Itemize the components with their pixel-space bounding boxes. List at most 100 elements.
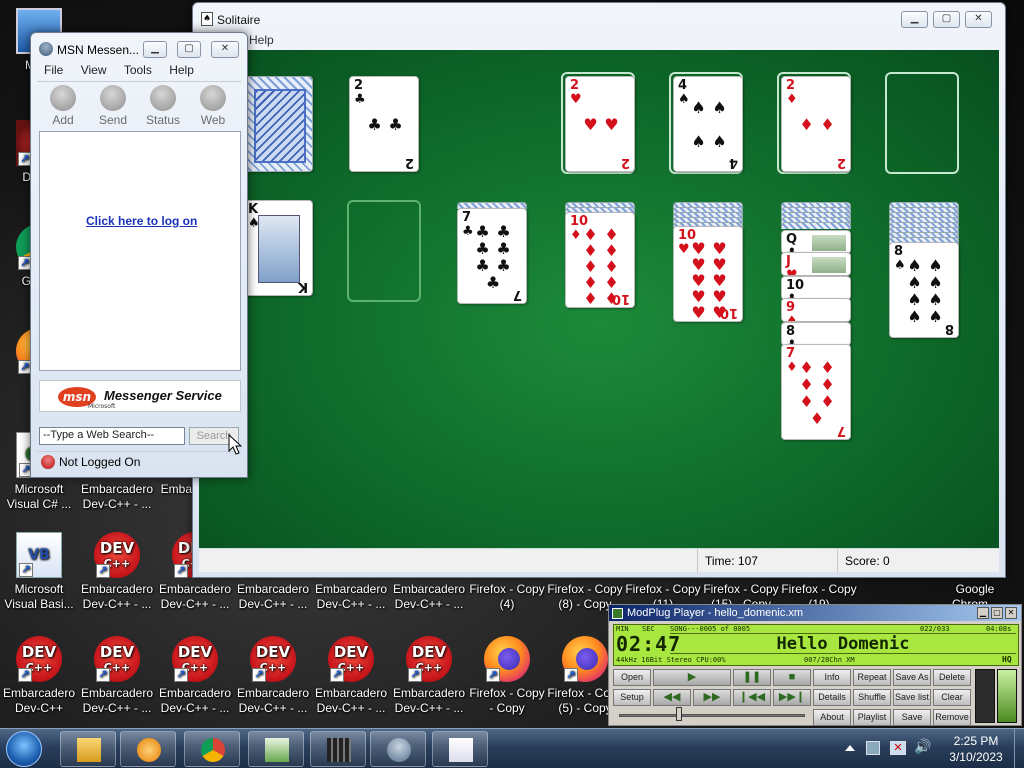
card-t1[interactable]: K ♠ K [243, 200, 313, 296]
menu-view[interactable]: View [81, 63, 107, 77]
start-button[interactable] [6, 731, 42, 767]
log-on-link[interactable]: Click here to log on [86, 214, 197, 228]
delete-button[interactable]: Delete [933, 669, 971, 686]
solitaire-window: ♠ Solitaire ▁ ▢ ✕ Help 2 ♣ 2 ♣ ♣ 2 ♥ 2 ♥ ♥ 4 ♠ 4 ♠ ♠ ♠ ♠… [192, 2, 1006, 578]
taskbar-media-player-button[interactable] [120, 731, 176, 767]
setup-button[interactable]: Setup [613, 689, 651, 706]
card-t6f[interactable]: 7 ♦ 7 ♦ ♦ ♦ ♦ ♦ ♦ ♦ [781, 344, 851, 440]
game-area[interactable]: 2 ♣ 2 ♣ ♣ 2 ♥ 2 ♥ ♥ 4 ♠ 4 ♠ ♠ ♠ ♠ 2 ♦ 2 ♦ ♦ K ♠ K 7 ♣ 7 ♣ ♣ ♣ ♣ ♣ ♣ ♣ 10 ♦ 10… [199, 50, 999, 548]
show-hidden-icons[interactable] [844, 743, 856, 753]
menu-help[interactable]: Help [249, 33, 274, 47]
volume-icon[interactable]: 🔊 [914, 739, 931, 755]
previous-button[interactable]: ❙◀◀ [733, 689, 771, 706]
empty-pile-slot[interactable] [885, 72, 959, 174]
status-button[interactable]: Status [139, 85, 187, 127]
taskbar-msn-button[interactable] [370, 731, 426, 767]
stock-pile[interactable] [243, 76, 313, 172]
maximize-button[interactable]: ▢ [933, 11, 960, 28]
clock-time[interactable]: 2:25 PM [946, 734, 1006, 748]
desktop-icon[interactable]: DEV C++ ↗ Embarcadero Dev-C++ [0, 634, 78, 726]
card-t5[interactable]: 10 ♥ 10 ♥ ♥ ♥ ♥ ♥ ♥ ♥ ♥ ♥ ♥ [673, 226, 743, 322]
card-t6b[interactable]: J ♥ [781, 252, 851, 276]
save-wav-button[interactable]: Save Wav [893, 709, 931, 726]
card-t6c[interactable]: 10 ♣ [781, 276, 851, 300]
minimize-button[interactable]: ▁ [977, 607, 989, 619]
send-button[interactable]: Send [89, 85, 137, 127]
menu-file[interactable]: File [44, 63, 63, 77]
menu-separator [37, 81, 241, 82]
show-desktop-button[interactable] [1014, 729, 1024, 768]
rewind-button[interactable]: ◀◀ [653, 689, 691, 706]
close-button[interactable]: ✕ [211, 41, 239, 58]
desktop-icon[interactable]: ↗ Firefox - Copy - Copy [468, 634, 546, 726]
shuffle-button[interactable]: Shuffle [853, 689, 891, 706]
status-separator [37, 451, 241, 452]
close-button[interactable]: ✕ [1005, 607, 1017, 619]
seek-slider[interactable] [675, 707, 682, 721]
desktop-icon[interactable]: DEVC++↗ Embarcadero Dev-C++ - ... [156, 634, 234, 726]
add-contact-button[interactable]: Add [39, 85, 87, 127]
taskbar-chrome-button[interactable] [184, 731, 240, 767]
send-label: Send [98, 113, 128, 127]
seek-track[interactable] [619, 714, 805, 717]
card-t6d[interactable]: 9 ♦ [781, 298, 851, 322]
save-as-button[interactable]: Save As [893, 669, 931, 686]
card-t6e[interactable]: 8 ♣ [781, 322, 851, 346]
card-foundation2[interactable]: 4 ♠ 4 ♠ ♠ ♠ ♠ [673, 76, 743, 172]
next-button[interactable]: ▶▶❙ [773, 689, 811, 706]
desktop-icon[interactable]: DEVC++↗ Embarcadero Dev-C++ - ... [390, 634, 468, 726]
menu-help[interactable]: Help [169, 63, 194, 77]
desktop-icon[interactable]: DEVC++↗ Embarcadero Dev-C++ - ... [78, 634, 156, 726]
taskbar-csharp-button[interactable] [248, 731, 304, 767]
network-error-icon[interactable]: ✕ [890, 741, 906, 755]
info-button[interactable]: Info [813, 669, 851, 686]
action-center-icon[interactable] [866, 741, 880, 755]
pip-icon: ♣ [475, 255, 490, 275]
stop-button[interactable]: ■ [773, 669, 811, 686]
details-button[interactable]: Details [813, 689, 851, 706]
maximize-button[interactable]: ▢ [991, 607, 1003, 619]
card-foundation1[interactable]: 2 ♥ 2 ♥ ♥ [565, 76, 635, 172]
volume-slider[interactable] [975, 669, 995, 723]
pip-icon: ♠ [907, 272, 922, 292]
clear-button[interactable]: Clear [933, 689, 971, 706]
taskbar-explorer-button[interactable] [60, 731, 116, 767]
card-t6a[interactable]: Q ♣ [781, 230, 851, 254]
fast-forward-button[interactable]: ▶▶ [693, 689, 731, 706]
remove-button[interactable]: Remove [933, 709, 971, 726]
taskbar-solitaire-button[interactable] [432, 731, 488, 767]
desktop-icon[interactable]: DEVC++↗ Embarcadero Dev-C++ - ... [78, 530, 156, 622]
about-button[interactable]: About [813, 709, 851, 726]
minimize-button[interactable]: ▁ [143, 41, 167, 58]
playlist-button[interactable]: Playlist [853, 709, 891, 726]
minimize-button[interactable]: ▁ [901, 11, 928, 28]
card-rank: J [786, 254, 791, 269]
repeat-button[interactable]: Repeat [853, 669, 891, 686]
card-t4[interactable]: 10 ♦ 10 ♦ ♦ ♦ ♦ ♦ ♦ ♦ ♦ ♦ ♦ [565, 212, 635, 308]
taskbar-video-button[interactable] [310, 731, 366, 767]
desktop-icon-label: Embarcadero Dev-C++ - ... [80, 686, 154, 715]
pip-icon: ♥ [583, 115, 598, 134]
card-t7[interactable]: 8 ♠ 8 ♠ ♠ ♠ ♠ ♠ ♠ ♠ ♠ [889, 242, 959, 338]
card-foundation3[interactable]: 2 ♦ 2 ♦ ♦ [781, 76, 851, 172]
save-list-button[interactable]: Save list [893, 689, 931, 706]
desktop-icon[interactable]: VB ↗ Microsoft Visual Basi... [0, 530, 78, 622]
close-button[interactable]: ✕ [965, 11, 992, 28]
card-t3[interactable]: 7 ♣ 7 ♣ ♣ ♣ ♣ ♣ ♣ ♣ [457, 208, 527, 304]
desktop-icon[interactable]: DEVC++↗ Embarcadero Dev-C++ - ... [234, 634, 312, 726]
open-button[interactable]: Open [613, 669, 651, 686]
card-suit-icon: ♥ [786, 268, 798, 276]
web-search-input[interactable]: --Type a Web Search-- [39, 427, 185, 445]
pip-icon: ♠ [928, 272, 943, 292]
card-waste_top[interactable]: 2 ♣ 2 ♣ ♣ [349, 76, 419, 172]
maximize-button[interactable]: ▢ [177, 41, 201, 58]
empty-pile-slot[interactable] [347, 200, 421, 302]
clock-date[interactable]: 3/10/2023 [940, 750, 1012, 764]
menu-tools[interactable]: Tools [124, 63, 152, 77]
play-button[interactable]: ▶ [653, 669, 731, 686]
web-button[interactable]: Web [189, 85, 237, 127]
status-divider [837, 549, 838, 573]
pause-button[interactable]: ❚❚ [733, 669, 771, 686]
desktop-icon[interactable]: DEVC++↗ Embarcadero Dev-C++ - ... [312, 634, 390, 726]
pip-icon: ♠ [712, 98, 727, 117]
